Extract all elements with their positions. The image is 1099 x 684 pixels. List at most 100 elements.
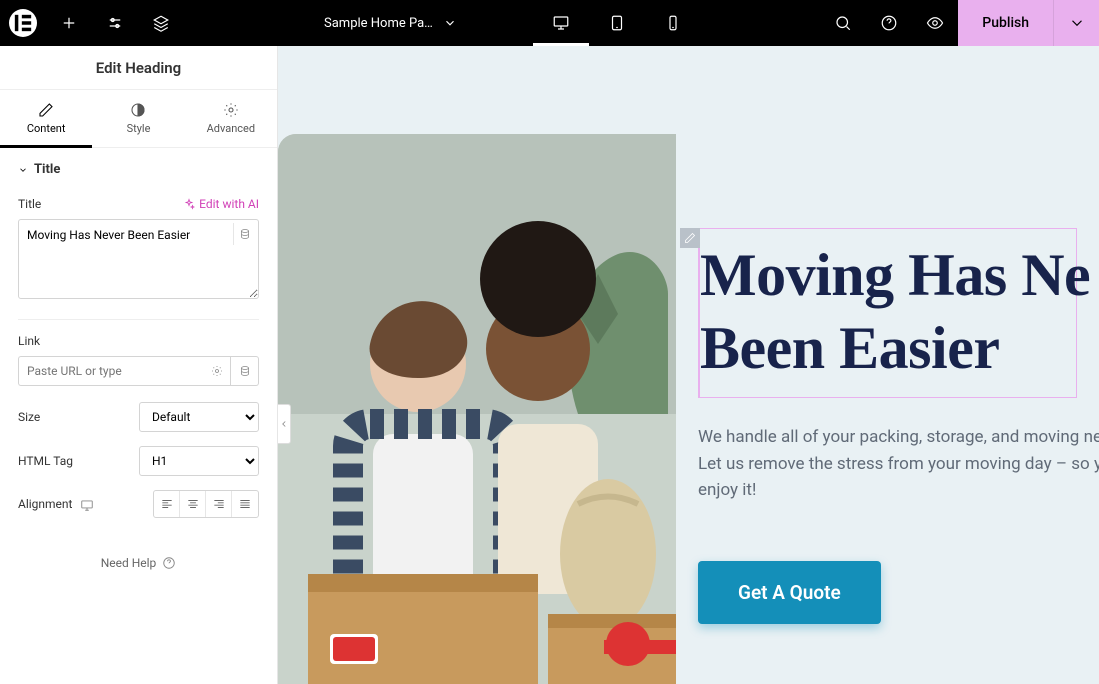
device-tablet-button[interactable] (589, 0, 645, 46)
gear-icon (223, 102, 239, 118)
desktop-icon (80, 498, 94, 512)
cta-button[interactable]: Get A Quote (698, 561, 881, 624)
publish-group: Publish (958, 0, 1099, 46)
hero-text-column: Moving Has Ne Been Easier We handle all … (676, 228, 1099, 624)
hero-heading-line2: Been Easier (700, 312, 1076, 385)
hero-para-line3: enjoy it! (698, 477, 1077, 503)
hero-heading-line1: Moving Has Ne (700, 239, 1076, 312)
publish-button[interactable]: Publish (958, 0, 1053, 46)
finder-button[interactable] (820, 0, 866, 46)
tab-style-label: Style (127, 122, 151, 135)
add-element-button[interactable] (46, 0, 92, 46)
align-justify-button[interactable] (232, 491, 258, 517)
control-alignment: Alignment (18, 490, 259, 518)
panel-tabs: Content Style Advanced (0, 90, 277, 148)
database-icon (239, 228, 251, 240)
preview-button[interactable] (912, 0, 958, 46)
need-help-label: Need Help (101, 556, 157, 570)
title-textarea[interactable] (18, 219, 259, 299)
structure-button[interactable] (138, 0, 184, 46)
topbar: Sample Home Pa… Publis (0, 0, 1099, 46)
desktop-icon (552, 14, 570, 32)
device-desktop-button[interactable] (533, 0, 589, 46)
sparkle-icon (183, 198, 195, 210)
align-center-button[interactable] (180, 491, 206, 517)
tab-style[interactable]: Style (92, 90, 184, 147)
caret-down-icon (18, 165, 28, 175)
gear-icon (211, 365, 223, 377)
heading-widget-selected[interactable]: Moving Has Ne Been Easier (698, 228, 1077, 398)
tab-advanced-label: Advanced (207, 122, 255, 135)
section-title-label: Title (34, 162, 60, 177)
sliders-icon (106, 14, 124, 32)
control-link: Link (18, 334, 259, 386)
publish-options-button[interactable] (1053, 0, 1099, 46)
link-input[interactable] (18, 356, 203, 386)
editor-sidebar: Edit Heading Content Style Advanced Titl… (0, 46, 278, 684)
align-right-icon (212, 497, 226, 511)
align-right-button[interactable] (206, 491, 232, 517)
section-title-toggle[interactable]: Title (18, 162, 259, 177)
device-mobile-button[interactable] (645, 0, 701, 46)
pencil-icon (38, 102, 54, 118)
alignment-choices (153, 490, 259, 518)
elementor-logo[interactable] (0, 0, 46, 46)
link-dynamic-button[interactable] (231, 356, 259, 386)
page-title-dropdown[interactable]: Sample Home Pa… (324, 16, 457, 31)
dynamic-tags-button[interactable] (233, 223, 255, 245)
panel-body: Title Title Edit with AI Link (0, 148, 277, 684)
plus-icon (60, 14, 78, 32)
layers-icon (152, 14, 170, 32)
database-icon (239, 365, 251, 377)
help-icon (880, 14, 898, 32)
alignment-label: Alignment (18, 497, 72, 511)
hero-para-line1: We handle all of your packing, storage, … (698, 424, 1077, 450)
hero-paragraph[interactable]: We handle all of your packing, storage, … (698, 424, 1077, 503)
align-left-button[interactable] (154, 491, 180, 517)
help-icon (162, 556, 176, 570)
page-title: Sample Home Pa… (324, 16, 433, 31)
chevron-left-icon (279, 419, 289, 429)
tab-content-label: Content (27, 122, 66, 135)
tab-content[interactable]: Content (0, 90, 92, 147)
mobile-icon (664, 14, 682, 32)
divider (18, 319, 259, 320)
topbar-right: Publish (820, 0, 1099, 46)
link-options-button[interactable] (203, 356, 231, 386)
edit-with-ai-link[interactable]: Edit with AI (183, 197, 259, 211)
chevron-down-icon (443, 16, 457, 30)
edit-with-ai-label: Edit with AI (199, 197, 259, 211)
control-title: Title Edit with AI (18, 197, 259, 303)
contrast-icon (130, 102, 146, 118)
control-html-tag: HTML Tag H1 (18, 446, 259, 476)
widget-edit-handle[interactable] (680, 228, 700, 248)
align-center-icon (186, 497, 200, 511)
control-size: Size Default (18, 402, 259, 432)
size-label: Size (18, 410, 40, 424)
topbar-left (0, 0, 184, 46)
search-icon (834, 14, 852, 32)
html-tag-select[interactable]: H1 (139, 446, 259, 476)
panel-title: Edit Heading (0, 46, 277, 90)
chevron-down-icon (1068, 14, 1086, 32)
collapse-sidebar-handle[interactable] (278, 404, 291, 444)
topbar-center: Sample Home Pa… (184, 0, 820, 46)
need-help-link[interactable]: Need Help (18, 532, 259, 594)
elementor-icon (9, 9, 37, 37)
align-justify-icon (238, 497, 252, 511)
eye-icon (926, 14, 944, 32)
site-settings-button[interactable] (92, 0, 138, 46)
preview-canvas: Moving Has Ne Been Easier We handle all … (278, 46, 1099, 684)
responsive-toggle[interactable] (80, 497, 94, 511)
page-settings-button[interactable] (463, 0, 503, 46)
title-label: Title (18, 197, 41, 211)
help-button[interactable] (866, 0, 912, 46)
hero-image (278, 134, 676, 684)
tablet-icon (608, 14, 626, 32)
hero-image-svg (278, 134, 676, 684)
align-left-icon (160, 497, 174, 511)
link-label: Link (18, 334, 259, 348)
tab-advanced[interactable]: Advanced (185, 90, 277, 147)
size-select[interactable]: Default (139, 402, 259, 432)
gear-icon (463, 3, 503, 43)
